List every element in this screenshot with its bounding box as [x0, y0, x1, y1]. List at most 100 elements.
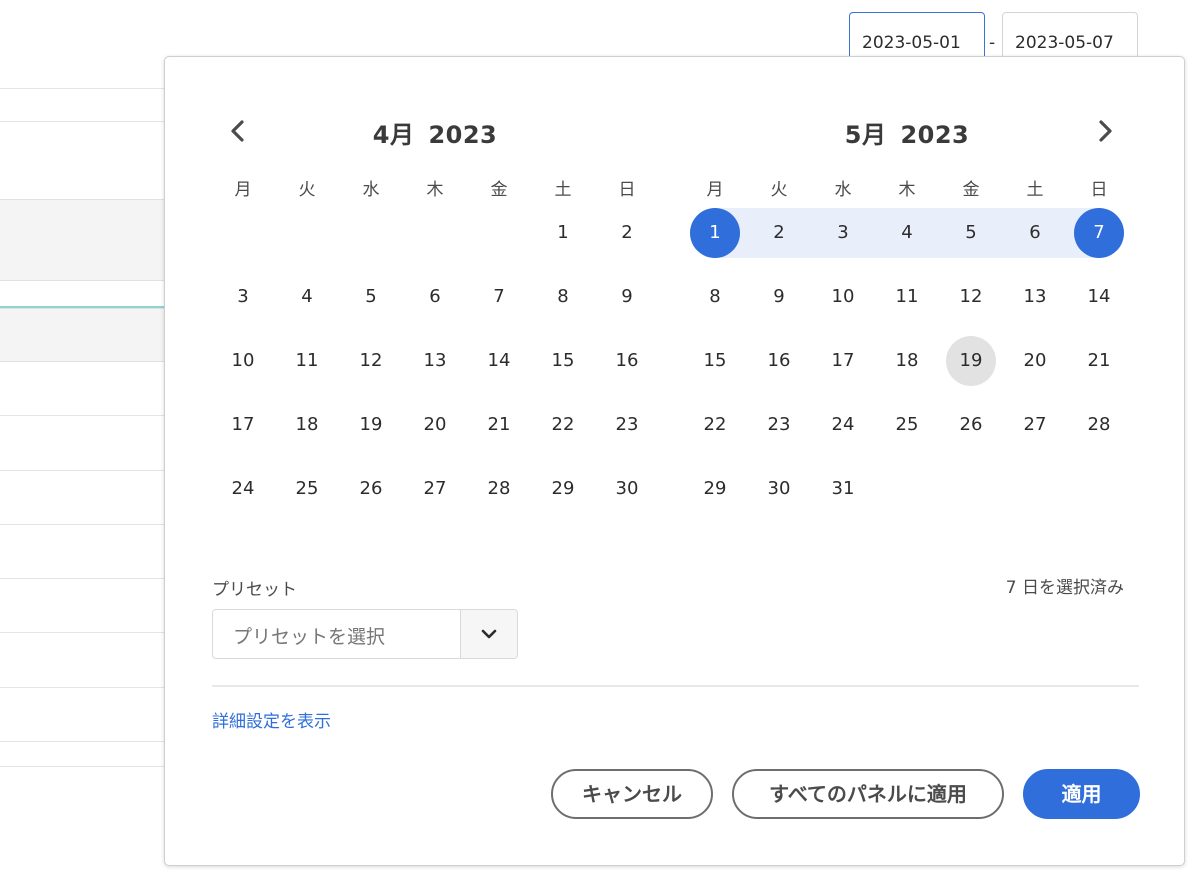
calendar-day[interactable]: 15: [538, 336, 588, 386]
calendar-day[interactable]: 14: [474, 336, 524, 386]
calendar-day[interactable]: 24: [218, 464, 268, 514]
table-header-band: [0, 199, 170, 281]
weekday-label: 土: [554, 180, 572, 200]
weekday-label: 火: [298, 180, 316, 200]
preset-dropdown[interactable]: プリセットを選択: [212, 609, 518, 659]
calendar-day[interactable]: 22: [690, 400, 740, 450]
year-label: 2023: [900, 121, 970, 149]
calendar-day[interactable]: 20: [410, 400, 460, 450]
calendar-day[interactable]: 16: [754, 336, 804, 386]
calendar-day[interactable]: 14: [1074, 272, 1124, 322]
cancel-button[interactable]: キャンセル: [551, 769, 713, 819]
calendar-day[interactable]: 6: [1010, 208, 1060, 258]
calendar-day[interactable]: 27: [410, 464, 460, 514]
weekday-label: 月: [234, 180, 252, 200]
weekday-label: 金: [962, 180, 980, 200]
calendar-day[interactable]: 12: [946, 272, 996, 322]
calendar-day[interactable]: 18: [282, 400, 332, 450]
table-row-divider: [0, 524, 170, 525]
calendar-day[interactable]: 8: [538, 272, 588, 322]
table-row-divider: [0, 470, 170, 471]
weekday-label: 土: [1026, 180, 1044, 200]
calendar-day[interactable]: 7: [1074, 208, 1124, 258]
weekday-label: 木: [898, 180, 916, 200]
calendar-day[interactable]: 19: [946, 336, 996, 386]
preset-dropdown-toggle[interactable]: [460, 610, 517, 658]
calendar-day[interactable]: 28: [1074, 400, 1124, 450]
calendar-day[interactable]: 3: [218, 272, 268, 322]
weekday-label: 火: [770, 180, 788, 200]
calendar-day[interactable]: 20: [1010, 336, 1060, 386]
weekday-label: 木: [426, 180, 444, 200]
calendar-day[interactable]: 3: [818, 208, 868, 258]
calendar-day[interactable]: 1: [690, 208, 740, 258]
calendar-day[interactable]: 11: [282, 336, 332, 386]
calendar-day[interactable]: 27: [1010, 400, 1060, 450]
calendar-day[interactable]: 8: [690, 272, 740, 322]
calendar-day[interactable]: 6: [410, 272, 460, 322]
calendar-day[interactable]: 28: [474, 464, 524, 514]
calendar-day[interactable]: 17: [218, 400, 268, 450]
table-row-divider: [0, 741, 170, 742]
calendar-day[interactable]: 29: [538, 464, 588, 514]
calendar-april: 4月 2023 月火水木金土日 1 2 3 4 5 6 7 8 9 10 11 12 13 14 15 16 17…: [211, 57, 659, 517]
calendar-day[interactable]: 30: [754, 464, 804, 514]
calendar-day[interactable]: 4: [882, 208, 932, 258]
calendar-day[interactable]: 5: [946, 208, 996, 258]
weekday-label: 水: [362, 180, 380, 200]
calendar-day[interactable]: 13: [410, 336, 460, 386]
table-band: [0, 308, 170, 362]
calendar-day[interactable]: 21: [474, 400, 524, 450]
calendar-day[interactable]: 10: [818, 272, 868, 322]
table-row-divider: [0, 88, 170, 89]
calendar-day[interactable]: 17: [818, 336, 868, 386]
date-range-popover: 4月 2023 月火水木金土日 1 2 3 4 5 6 7 8 9 10 11 12 13 14 15 16 17…: [164, 56, 1185, 866]
calendar-day[interactable]: 10: [218, 336, 268, 386]
calendar-day[interactable]: 26: [946, 400, 996, 450]
calendar-day[interactable]: 7: [474, 272, 524, 322]
weekday-label: 水: [834, 180, 852, 200]
calendar-day[interactable]: 9: [754, 272, 804, 322]
preset-label: プリセット: [212, 580, 297, 600]
calendar-day[interactable]: 12: [346, 336, 396, 386]
table-row-divider: [0, 687, 170, 688]
weekday-header: 月火水木金土日: [683, 175, 1131, 200]
calendar-day[interactable]: 24: [818, 400, 868, 450]
divider: [212, 685, 1139, 687]
calendar-day[interactable]: 13: [1010, 272, 1060, 322]
table-row-divider: [0, 766, 170, 767]
calendar-day[interactable]: 29: [690, 464, 740, 514]
calendar-day[interactable]: 2: [602, 208, 652, 258]
calendar-day[interactable]: 15: [690, 336, 740, 386]
calendar-day[interactable]: 21: [1074, 336, 1124, 386]
calendar-day[interactable]: 23: [754, 400, 804, 450]
weekday-label: 日: [618, 180, 636, 200]
month-label: 4月: [372, 121, 415, 149]
calendar-day[interactable]: 26: [346, 464, 396, 514]
calendar-day[interactable]: 16: [602, 336, 652, 386]
calendar-day[interactable]: 25: [282, 464, 332, 514]
calendar-day[interactable]: 4: [282, 272, 332, 322]
calendar-day[interactable]: 1: [538, 208, 588, 258]
calendar-day[interactable]: 22: [538, 400, 588, 450]
calendar-day[interactable]: 31: [818, 464, 868, 514]
calendar-may: 5月 2023 月火水木金土日 1 2 3 4 5 6 7 8 9 10 11 12 13 14 15 16 17…: [683, 57, 1131, 517]
apply-all-panels-button[interactable]: すべてのパネルに適用: [732, 769, 1004, 819]
preset-placeholder: プリセットを選択: [233, 626, 386, 648]
calendar-day[interactable]: 25: [882, 400, 932, 450]
show-advanced-settings-link[interactable]: 詳細設定を表示: [212, 707, 331, 732]
month-label: 5月: [844, 121, 887, 149]
date-range-separator: -: [989, 33, 996, 53]
month-title: 5月 2023: [683, 115, 1131, 150]
calendar-day[interactable]: 2: [754, 208, 804, 258]
calendar-day[interactable]: 23: [602, 400, 652, 450]
apply-button[interactable]: 適用: [1023, 769, 1140, 819]
calendar-day[interactable]: 19: [346, 400, 396, 450]
weekday-label: 日: [1090, 180, 1108, 200]
month-title: 4月 2023: [211, 115, 659, 150]
calendar-day[interactable]: 11: [882, 272, 932, 322]
calendar-day[interactable]: 5: [346, 272, 396, 322]
calendar-day[interactable]: 30: [602, 464, 652, 514]
calendar-day[interactable]: 18: [882, 336, 932, 386]
calendar-day[interactable]: 9: [602, 272, 652, 322]
